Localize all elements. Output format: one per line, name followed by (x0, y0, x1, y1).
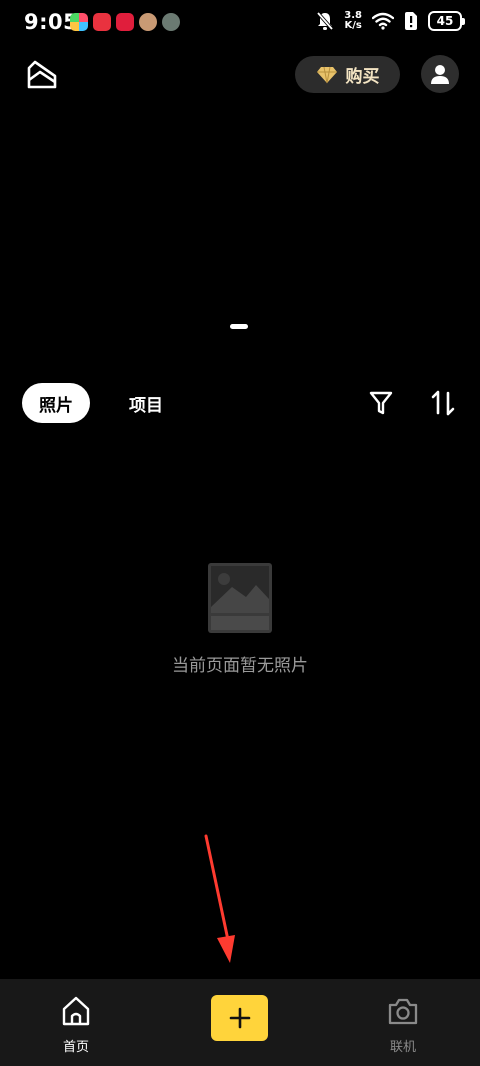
camera-icon (388, 998, 418, 1025)
photos-app-icon (70, 13, 88, 31)
network-speed-unit: K/s (344, 20, 362, 31)
red-app-icon (93, 13, 111, 31)
filter-icon[interactable] (368, 390, 394, 416)
buy-button[interactable]: 购买 (295, 56, 400, 93)
nav-home-label: 首页 (62, 1040, 89, 1055)
app-logo-icon[interactable] (26, 58, 58, 90)
bell-muted-icon (316, 11, 334, 31)
nav-connect[interactable]: 联机 (363, 979, 443, 1066)
bottom-navigation: 首页 联机 (0, 979, 480, 1066)
add-button[interactable] (211, 995, 268, 1041)
avatar-app-icon-2 (162, 13, 180, 31)
plus-icon (229, 1007, 250, 1029)
xiaohongshu-icon (116, 13, 134, 31)
nav-connect-label: 联机 (389, 1040, 416, 1055)
drag-handle[interactable] (230, 324, 248, 329)
nav-home[interactable]: 首页 (36, 979, 116, 1066)
home-icon (62, 996, 90, 1026)
wifi-icon (372, 12, 394, 30)
annotation-arrow (204, 834, 235, 963)
status-bar: 9:05 3.8 K/s 45 (0, 0, 480, 46)
user-icon (431, 65, 449, 84)
network-speed: 3.8 K/s (344, 11, 362, 31)
tab-projects[interactable]: 项目 (118, 383, 174, 423)
battery-indicator: 45 (428, 11, 465, 31)
diamond-icon (316, 66, 337, 83)
sort-icon[interactable] (429, 389, 457, 417)
tab-photos[interactable]: 照片 (22, 383, 90, 423)
avatar-app-icon (139, 13, 157, 31)
profile-avatar[interactable] (421, 55, 459, 93)
status-indicators: 3.8 K/s 45 (316, 11, 465, 31)
empty-image-icon (208, 563, 272, 633)
empty-state-message: 当前页面暂无照片 (172, 656, 308, 676)
sim-alert-icon (405, 12, 417, 30)
status-app-icons (70, 13, 180, 31)
buy-label: 购买 (345, 67, 380, 87)
